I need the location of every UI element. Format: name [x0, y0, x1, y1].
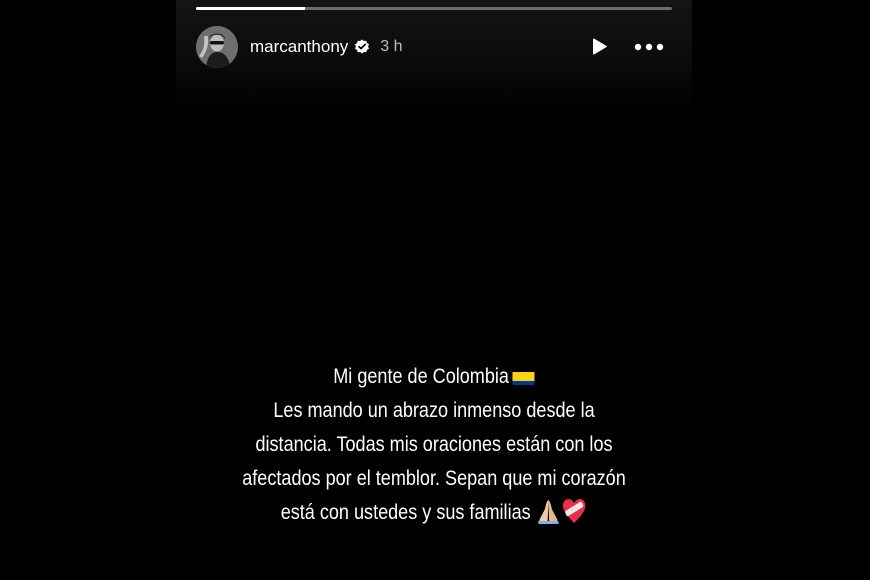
- play-icon[interactable]: [588, 36, 610, 58]
- post-time: 3 h: [380, 38, 403, 55]
- colombia-flag-icon: [512, 367, 535, 385]
- caption-text: está con ustedes y sus familias: [280, 501, 531, 524]
- caption-line-1: Mi gente de Colombia: [212, 360, 656, 394]
- caption-line-2: Les mando un abrazo inmenso desde la: [273, 399, 595, 422]
- praying-hands-icon: [536, 497, 562, 525]
- profile-photo-icon: [196, 26, 238, 68]
- avatar[interactable]: [196, 26, 238, 68]
- caption-text: Mi gente de Colombia: [333, 365, 509, 388]
- caption-line-5: está con ustedes y sus familias: [212, 496, 656, 530]
- story-header: marcanthony 3 h: [196, 25, 672, 69]
- username[interactable]: marcanthony: [250, 37, 348, 57]
- story-progress-fill: [196, 7, 306, 10]
- caption-line-4: afectados por el temblor. Sepan que mi c…: [242, 467, 626, 490]
- story-progress-bar: [196, 7, 672, 10]
- story-viewer[interactable]: marcanthony 3 h Mi gente de Colombia Les…: [176, 0, 692, 580]
- caption-line-3: distancia. Todas mis oraciones están con…: [255, 433, 613, 456]
- verified-badge-icon: [354, 39, 370, 55]
- more-options-icon[interactable]: [634, 36, 664, 58]
- heart-with-bandage-icon: [561, 497, 587, 525]
- story-caption: Mi gente de Colombia Les mando un abrazo…: [212, 360, 656, 530]
